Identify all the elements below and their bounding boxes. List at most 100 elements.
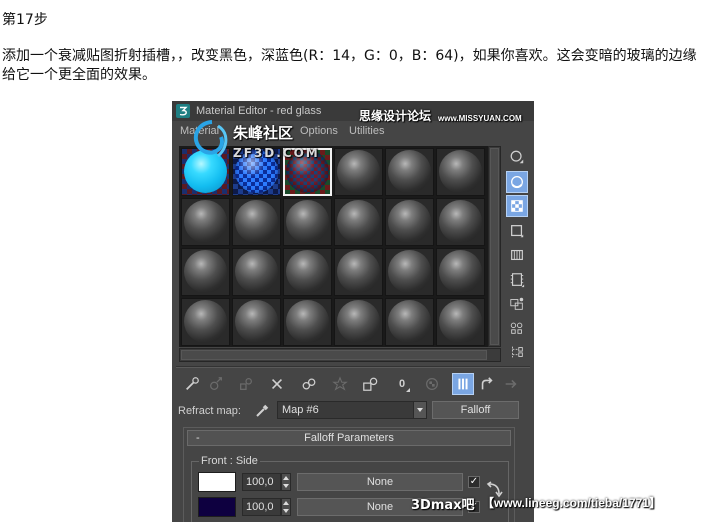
material-slot[interactable]: [436, 248, 485, 296]
material-slot[interactable]: [181, 248, 230, 296]
material-slot[interactable]: [385, 298, 434, 346]
material-slot[interactable]: [334, 298, 383, 346]
video-color-check-icon: [511, 249, 523, 261]
select-by-material-button[interactable]: [506, 317, 528, 339]
make-preview-button[interactable]: [506, 269, 528, 291]
options-icon: [510, 297, 524, 310]
go-forward-to-sibling-button[interactable]: [500, 373, 522, 395]
chevron-down-icon[interactable]: [413, 402, 426, 418]
sample-sphere: [235, 250, 278, 293]
scrollbar-thumb[interactable]: [181, 350, 487, 360]
scrollbar-thumb[interactable]: [490, 148, 499, 345]
material-map-navigator-icon: [512, 346, 523, 358]
select-by-material-icon: [510, 322, 523, 334]
map-type-button[interactable]: Falloff: [432, 401, 519, 419]
reset-map-button[interactable]: [266, 373, 288, 395]
sample-uv-tiling-icon: [511, 225, 524, 238]
paragraph-line-1: 添加一个衰减贴图折射插槽，，改变黑色，深蓝色(R：14，G：0，B：64)，如果…: [2, 48, 697, 64]
material-slot[interactable]: [232, 198, 281, 246]
side-color-swatch[interactable]: [198, 497, 236, 517]
background-checker-icon: [511, 200, 523, 212]
go-to-parent-icon: [481, 377, 493, 390]
sample-type-icon: [510, 150, 524, 164]
material-slot[interactable]: [283, 298, 332, 346]
sample-sphere: [388, 300, 431, 343]
material-slot[interactable]: [385, 148, 434, 196]
backlight-button[interactable]: [506, 171, 528, 193]
collapse-toggle[interactable]: -: [196, 432, 200, 444]
make-unique-icon: [332, 376, 348, 391]
front-amount-spinner[interactable]: [281, 473, 291, 491]
tieba-url-watermark: 【www.lineeg.com/tieba/1771】: [482, 496, 661, 510]
front-amount-field[interactable]: 100,0: [242, 473, 281, 491]
slots-horizontal-scrollbar[interactable]: [179, 348, 501, 362]
window-title: Material Editor - red glass: [196, 105, 322, 117]
material-slot[interactable]: [283, 198, 332, 246]
make-copy-button[interactable]: [298, 373, 320, 395]
get-material-icon: [186, 377, 199, 390]
side-amount-field[interactable]: 100,0: [242, 498, 281, 516]
rollout-header[interactable]: Falloff Parameters -: [187, 430, 511, 446]
menu-utilities[interactable]: Utilities: [349, 125, 384, 137]
show-end-result-button[interactable]: [452, 373, 474, 395]
rollout-title: Falloff Parameters: [304, 432, 394, 444]
material-slot[interactable]: [436, 298, 485, 346]
make-unique-button[interactable]: [329, 373, 351, 395]
sample-sphere: [388, 200, 431, 243]
backlight-icon: [511, 176, 523, 189]
front-map-enabled-checkbox[interactable]: ✓: [468, 476, 480, 488]
material-slot[interactable]: [181, 298, 230, 346]
toolbar-separator: [176, 367, 530, 368]
swirl-logo-watermark: [193, 120, 228, 158]
map-name-dropdown[interactable]: Map #6: [277, 401, 427, 419]
material-slot[interactable]: [334, 198, 383, 246]
sample-sphere: [388, 150, 431, 193]
sample-sphere: [184, 250, 227, 293]
sample-slots-grid: [179, 146, 488, 347]
put-to-scene-button[interactable]: [205, 373, 227, 395]
sample-sphere: [235, 200, 278, 243]
sample-uv-tiling-button[interactable]: [506, 220, 528, 242]
video-color-check-button[interactable]: [506, 244, 528, 266]
community-watermark: 朱峰社区: [233, 124, 294, 142]
material-slot[interactable]: [334, 248, 383, 296]
material-slot[interactable]: [334, 148, 383, 196]
material-slot[interactable]: [436, 198, 485, 246]
material-slot[interactable]: [232, 298, 281, 346]
material-slot[interactable]: [385, 198, 434, 246]
put-to-library-button[interactable]: [359, 373, 381, 395]
show-map-in-viewport-button[interactable]: [421, 373, 443, 395]
paragraph-line-2: 给它一个更全面的效果。: [2, 67, 156, 83]
3dsmax-app-icon: [176, 104, 190, 118]
sample-type-button[interactable]: [506, 146, 528, 168]
material-id-channel-value: 0: [398, 378, 411, 392]
background-button[interactable]: [506, 195, 528, 217]
sample-sphere: [439, 300, 482, 343]
sample-sphere: [337, 200, 380, 243]
make-preview-icon: [510, 273, 525, 288]
go-to-parent-button[interactable]: [476, 373, 498, 395]
material-map-navigator-button[interactable]: [506, 341, 528, 363]
step-title: 第17步: [2, 12, 48, 28]
material-slot[interactable]: [181, 198, 230, 246]
menu-options[interactable]: Options: [300, 125, 338, 137]
reset-map-icon: [271, 378, 283, 390]
front-color-swatch[interactable]: [198, 472, 236, 492]
material-slot[interactable]: [283, 248, 332, 296]
side-amount-spinner[interactable]: [281, 498, 291, 516]
material-slot[interactable]: [385, 248, 434, 296]
assign-to-selection-button[interactable]: [235, 373, 257, 395]
slots-vertical-scrollbar[interactable]: [488, 146, 501, 347]
sample-sphere: [286, 300, 329, 343]
options-button[interactable]: [506, 293, 528, 315]
front-map-button[interactable]: None: [297, 473, 463, 491]
sample-sphere: [439, 250, 482, 293]
community-url-watermark: ZF3D.COM: [233, 146, 320, 160]
get-material-button[interactable]: [181, 373, 203, 395]
material-id-channel-button[interactable]: 0: [391, 373, 413, 395]
sample-sphere: [337, 150, 380, 193]
material-slot[interactable]: [436, 148, 485, 196]
material-slot[interactable]: [232, 248, 281, 296]
sample-sphere: [439, 200, 482, 243]
eyedropper-icon[interactable]: [254, 401, 272, 419]
